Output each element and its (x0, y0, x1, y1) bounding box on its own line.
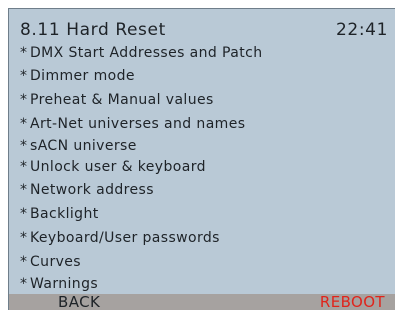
clock-readout: 22:41 (336, 20, 388, 40)
list-item-keyboard-user-passwords: * Keyboard/User passwords (20, 226, 390, 250)
list-item-backlight: * Backlight (20, 202, 390, 226)
list-item-label: Backlight (30, 206, 99, 222)
list-item-label: Dimmer mode (30, 68, 135, 84)
list-item-unlock-user-keyboard: * Unlock user & keyboard (20, 157, 390, 178)
bullet-marker: * (20, 206, 28, 222)
bullet-marker: * (20, 182, 28, 198)
bullet-marker: * (20, 92, 28, 108)
list-item-sacn-universe: * sACN universe (20, 136, 390, 157)
header-bar: 8.11 Hard Reset 22:41 (20, 20, 388, 44)
bullet-marker: * (20, 68, 28, 84)
list-item-dmx-start-addresses: * DMX Start Addresses and Patch (20, 44, 390, 64)
list-item-label: Warnings (30, 276, 99, 292)
list-item-artnet-universes: * Art-Net universes and names (20, 112, 390, 136)
list-item-label: Network address (30, 182, 154, 198)
list-item-label: Curves (30, 254, 81, 270)
list-item-warnings: * Warnings (20, 274, 390, 292)
bullet-marker: * (20, 230, 28, 246)
list-item-label: Keyboard/User passwords (30, 230, 220, 246)
device-display-bezel: 8.11 Hard Reset 22:41 * DMX Start Address… (0, 0, 401, 310)
list-item-label: Art-Net universes and names (30, 116, 246, 132)
list-item-preheat-manual: * Preheat & Manual values (20, 88, 390, 112)
list-item-dimmer-mode: * Dimmer mode (20, 64, 390, 88)
bullet-marker: * (20, 116, 28, 132)
bullet-marker: * (20, 159, 28, 175)
list-item-network-address: * Network address (20, 178, 390, 202)
bullet-marker: * (20, 254, 28, 270)
list-item-label: sACN universe (30, 138, 137, 154)
reset-items-list: * DMX Start Addresses and Patch * Dimmer m… (20, 44, 390, 292)
list-item-label: Unlock user & keyboard (30, 159, 206, 175)
back-softkey[interactable]: BACK (58, 292, 100, 310)
list-item-label: Preheat & Manual values (30, 92, 214, 108)
bullet-marker: * (20, 45, 28, 61)
bullet-marker: * (20, 138, 28, 154)
list-item-label: DMX Start Addresses and Patch (30, 45, 263, 61)
page-title: 8.11 Hard Reset (20, 20, 166, 40)
list-item-curves: * Curves (20, 250, 390, 274)
bullet-marker: * (20, 276, 28, 292)
reboot-softkey[interactable]: REBOOT (320, 292, 385, 310)
lcd-screen: 8.11 Hard Reset 22:41 * DMX Start Address… (8, 8, 395, 310)
softkey-bar: BACK REBOOT (9, 292, 395, 310)
